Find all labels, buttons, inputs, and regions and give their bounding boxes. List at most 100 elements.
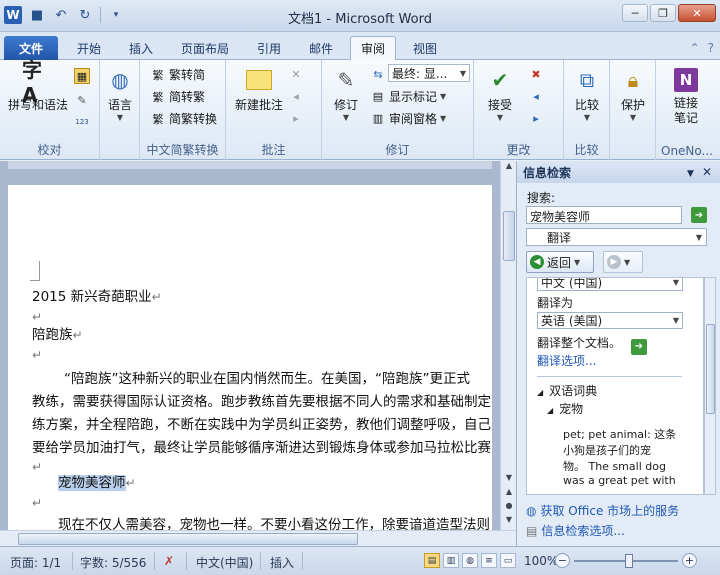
- scroll-down-icon[interactable]: ▼: [501, 473, 517, 487]
- delete-comment-icon[interactable]: ✕: [288, 66, 304, 82]
- chevron-down-icon: ▼: [496, 113, 504, 122]
- group-compare: ⧉ 比较 ▼ 比较: [564, 60, 610, 160]
- translate-from-select[interactable]: 中文 (中国) ▼: [537, 278, 683, 291]
- doc-line-heading-2[interactable]: 宠物美容师↵: [58, 471, 136, 491]
- selected-text[interactable]: 宠物美容师: [58, 475, 126, 491]
- reference-service-select[interactable]: 翻译 ▼: [526, 228, 707, 246]
- forward-button[interactable]: ▶ ▼: [603, 251, 643, 273]
- tab-home[interactable]: 开始: [66, 36, 112, 60]
- close-icon[interactable]: ✕: [702, 165, 712, 179]
- start-search-icon[interactable]: ➜: [691, 207, 707, 223]
- accept-button[interactable]: ✔ 接受 ▼: [480, 64, 520, 122]
- conversion-button[interactable]: 繁简繁转换: [150, 110, 218, 127]
- dictionary-entry-line: 小狗是孩子们的宠: [563, 444, 651, 457]
- reject-icon[interactable]: ✖: [528, 66, 544, 82]
- language-indicator[interactable]: 中文(中国): [196, 554, 253, 571]
- minimize-ribbon-icon[interactable]: ⌃: [690, 41, 700, 55]
- next-page-icon[interactable]: ▼: [501, 515, 517, 529]
- paragraph-mark-icon: ↵: [72, 328, 83, 342]
- translate-to-select[interactable]: 英语 (美国) ▼: [537, 312, 683, 329]
- simp-to-trad-button[interactable]: 繁简转繁: [150, 88, 206, 105]
- tab-references[interactable]: 引用: [246, 36, 292, 60]
- zoom-level[interactable]: 100%: [524, 554, 558, 568]
- print-layout-view-icon[interactable]: ▤: [424, 553, 440, 568]
- full-screen-reading-icon[interactable]: ▥: [443, 553, 459, 568]
- doc-line-paragraph[interactable]: “陪跑族”这种新兴的职业在国内悄然而生。在美国，“陪跑族”更正式: [64, 367, 470, 387]
- track-changes-button[interactable]: ✎ 修订 ▼: [326, 64, 366, 122]
- research-options-link[interactable]: ▤ 信息检索选项...: [526, 522, 625, 539]
- vertical-scrollbar[interactable]: ▲ ▼ ▲ ● ▼: [500, 161, 516, 530]
- group-tracking: ✎ 修订 ▼ ⇆ 最终: 显... ▼ ▤ 显示标记 ▼ ▥ 审阅窗格 ▼ 修订: [322, 60, 474, 160]
- simp-to-trad-icon: 繁: [152, 90, 164, 104]
- trad-to-simp-button[interactable]: 繁繁转简: [150, 66, 206, 83]
- translate-go-icon[interactable]: ➜: [630, 338, 647, 355]
- compare-icon: ⧉: [579, 68, 595, 92]
- document-page[interactable]: 2015 新兴奇葩职业↵ ↵ 陪跑族↵ ↵ “陪跑族”这种新兴的职业在国内悄然而…: [8, 185, 492, 530]
- results-scroll-thumb[interactable]: [706, 324, 715, 414]
- spelling-button[interactable]: 字A 拼写和语法: [6, 58, 70, 113]
- doc-line-paragraph[interactable]: 现在不仅人需美容，宠物也一样。不要小看这份工作，除要谙道造型法则: [58, 513, 490, 530]
- previous-change-icon[interactable]: ◂: [528, 88, 544, 104]
- browse-object-icon[interactable]: ●: [501, 501, 517, 515]
- doc-line-heading-1[interactable]: 陪跑族↵: [32, 323, 83, 343]
- onenote-icon: N: [670, 64, 702, 96]
- language-button[interactable]: ◍ 语言 ▼: [104, 64, 136, 122]
- minimize-icon[interactable]: ─: [622, 4, 648, 22]
- scroll-up-icon[interactable]: ▲: [501, 161, 517, 175]
- word-count-icon[interactable]: 123: [74, 114, 90, 130]
- bilingual-dictionary-heading[interactable]: ◢ 双语词典: [537, 382, 597, 399]
- vertical-scroll-thumb[interactable]: [503, 211, 515, 261]
- tab-view[interactable]: 视图: [402, 36, 448, 60]
- next-comment-icon[interactable]: ▸: [288, 110, 304, 126]
- outline-view-icon[interactable]: ≡: [481, 553, 497, 568]
- insert-mode-indicator[interactable]: 插入: [270, 554, 294, 571]
- thesaurus-icon[interactable]: ✎: [74, 92, 90, 108]
- close-icon[interactable]: ✕: [678, 4, 716, 22]
- doc-line-title[interactable]: 2015 新兴奇葩职业↵: [32, 285, 162, 305]
- tab-review[interactable]: 审阅: [350, 36, 396, 60]
- office-marketplace-link[interactable]: ◍ 获取 Office 市场上的服务: [526, 502, 679, 519]
- page-indicator[interactable]: 页面: 1/1: [10, 554, 61, 571]
- track-changes-icon: ✎: [337, 68, 355, 92]
- document-area: 2015 新兴奇葩职业↵ ↵ 陪跑族↵ ↵ “陪跑族”这种新兴的职业在国内悄然而…: [0, 161, 500, 530]
- new-comment-button[interactable]: 新建批注: [230, 64, 288, 113]
- collapse-triangle-icon: ◢: [547, 406, 554, 415]
- help-icon[interactable]: ?: [708, 41, 714, 55]
- protect-button[interactable]: 🔒︎ 保护 ▼: [614, 64, 652, 122]
- search-input[interactable]: 宠物美容师: [526, 206, 682, 224]
- chevron-down-icon[interactable]: ▼: [687, 169, 694, 179]
- group-label-compare: 比较: [574, 143, 599, 157]
- dictionary-headword[interactable]: ◢ 宠物: [547, 400, 583, 417]
- translate-document-row[interactable]: 翻译整个文档。 ➜: [537, 334, 647, 355]
- zoom-slider-handle[interactable]: [625, 554, 633, 568]
- previous-page-icon[interactable]: ▲: [501, 487, 517, 501]
- horizontal-scrollbar[interactable]: [0, 530, 516, 546]
- doc-line-paragraph[interactable]: 练方案，并全程陪跑，不断在实践中为学员纠正姿势，教他们调整呼吸，自己: [32, 413, 491, 433]
- back-button[interactable]: ◀ 返回 ▼: [526, 251, 594, 273]
- horizontal-scroll-thumb[interactable]: [18, 533, 358, 545]
- previous-comment-icon[interactable]: ◂: [288, 88, 304, 104]
- tab-insert[interactable]: 插入: [118, 36, 164, 60]
- compare-button[interactable]: ⧉ 比较 ▼: [568, 64, 606, 122]
- zoom-in-icon[interactable]: +: [682, 553, 697, 568]
- doc-line-paragraph[interactable]: 教练，需要获得国际认证资格。跑步教练首先要根据不同人的需求和基础制定: [32, 390, 491, 410]
- draft-view-icon[interactable]: ▭: [500, 553, 516, 568]
- results-scrollbar[interactable]: [704, 277, 716, 495]
- tab-page-layout[interactable]: 页面布局: [172, 36, 238, 60]
- linked-notes-button[interactable]: N 链接笔记: [664, 64, 708, 126]
- display-for-review-select[interactable]: 最终: 显... ▼: [388, 64, 470, 82]
- status-divider: [302, 552, 303, 570]
- web-layout-view-icon[interactable]: ◍: [462, 553, 478, 568]
- tab-mailings[interactable]: 邮件: [298, 36, 344, 60]
- research-icon[interactable]: ▦: [74, 68, 90, 84]
- translation-options-link[interactable]: 翻译选项...: [537, 352, 596, 369]
- proofing-error-icon[interactable]: ✗: [164, 554, 174, 568]
- zoom-out-icon[interactable]: −: [555, 553, 570, 568]
- review-pane-button[interactable]: ▥ 审阅窗格 ▼: [370, 110, 446, 127]
- restore-icon[interactable]: ❐: [650, 4, 676, 22]
- next-change-icon[interactable]: ▸: [528, 110, 544, 126]
- show-markup-button[interactable]: ▤ 显示标记 ▼: [370, 88, 446, 105]
- word-count[interactable]: 字数: 5/556: [80, 554, 146, 571]
- group-changes: ✔ 接受 ▼ ✖ ◂ ▸ 更改: [474, 60, 564, 160]
- doc-line-paragraph[interactable]: 要给学员加油打气，最终让学员能够循序渐进达到锻炼身体或参加马拉松比赛: [32, 436, 491, 456]
